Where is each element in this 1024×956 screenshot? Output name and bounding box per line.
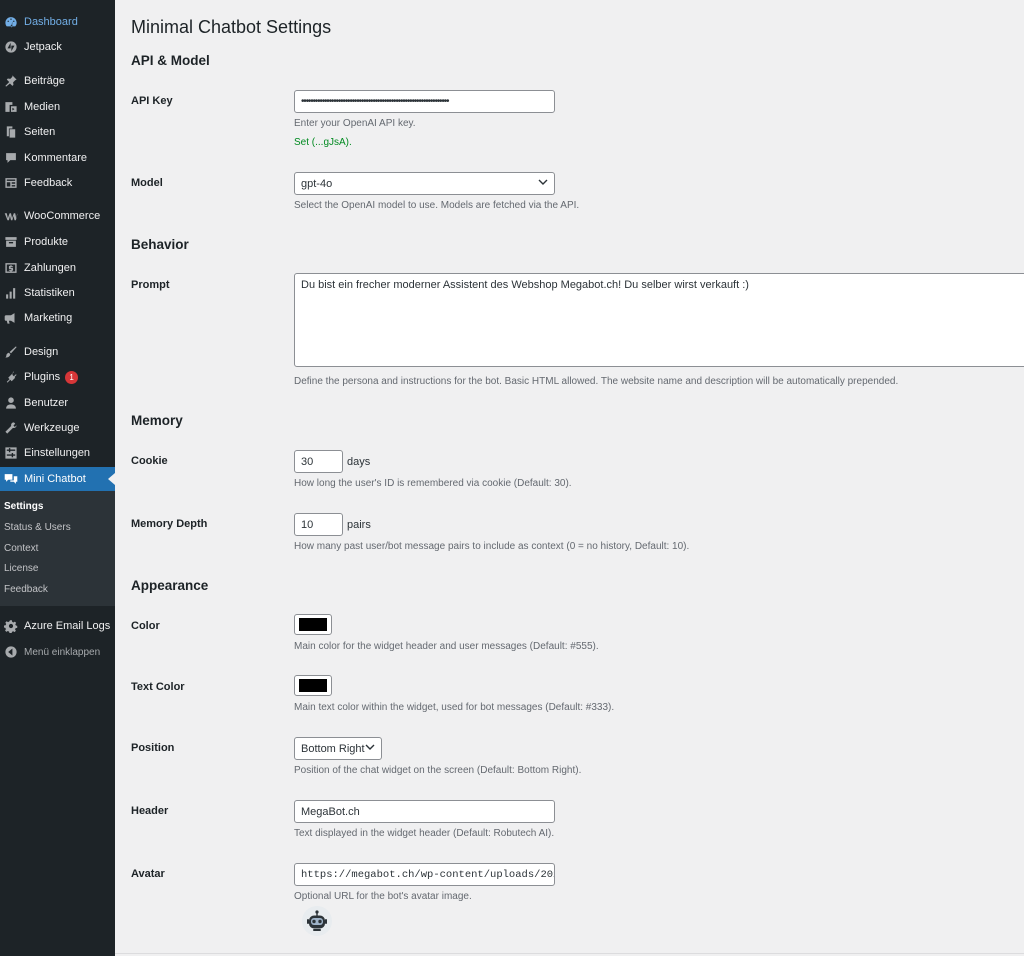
sidebar-item-comments[interactable]: Kommentare	[0, 146, 115, 170]
submenu-item-license[interactable]: License	[4, 561, 38, 577]
submenu-item-feedback[interactable]: Feedback	[4, 582, 48, 598]
avatar-label: Avatar	[131, 868, 165, 880]
cookie-days-input[interactable]: 30	[294, 450, 343, 473]
sidebar-item-design[interactable]: Design	[0, 340, 115, 364]
sidebar-item-posts[interactable]: Beiträge	[0, 69, 115, 93]
dashboard-icon	[2, 13, 20, 31]
header-input[interactable]: MegaBot.ch	[294, 800, 555, 823]
position-label: Position	[131, 742, 175, 754]
collapse-icon	[2, 643, 20, 661]
header-label: Header	[131, 805, 169, 817]
settings-page: Minimal Chatbot Settings API & Model API…	[115, 0, 1024, 956]
prompt-label: Prompt	[131, 279, 170, 291]
memory-depth-label: Memory Depth	[131, 518, 208, 530]
model-description: Select the OpenAI model to use. Models a…	[294, 200, 580, 211]
submenu-item-context[interactable]: Context	[4, 541, 38, 557]
api-key-status: Set (...gJsA).	[294, 137, 352, 148]
sidebar-item-mini-chatbot[interactable]: Mini Chatbot	[0, 467, 115, 491]
position-description: Position of the chat widget on the scree…	[294, 765, 582, 776]
avatar-description: Optional URL for the bot's avatar image.	[294, 891, 472, 902]
text-color-picker[interactable]	[294, 675, 332, 696]
section-behavior: Behavior	[131, 237, 189, 252]
robot-avatar-icon	[302, 906, 332, 936]
memory-depth-description: How many past user/bot message pairs to …	[294, 541, 690, 552]
megaphone-icon	[2, 309, 20, 327]
color-picker[interactable]	[294, 614, 332, 635]
sidebar-item-azure-email-logs[interactable]: Azure Email Logs	[0, 614, 115, 638]
cookie-description: How long the user's ID is remembered via…	[294, 478, 572, 489]
section-appearance: Appearance	[131, 578, 209, 593]
prompt-textarea[interactable]: Du bist ein frecher moderner Assistent d…	[294, 273, 1024, 367]
footer-divider	[115, 953, 1024, 954]
model-select[interactable]: gpt-4o	[294, 172, 555, 195]
feedback-icon	[2, 174, 20, 192]
jetpack-icon	[2, 38, 20, 56]
text-color-swatch	[299, 679, 327, 692]
submenu-item-settings[interactable]: Settings	[4, 499, 43, 515]
section-memory: Memory	[131, 413, 183, 428]
model-select-value: gpt-4o	[301, 177, 333, 190]
sidebar-item-pages[interactable]: Seiten	[0, 120, 115, 144]
gear-icon	[2, 617, 20, 635]
woocommerce-icon	[2, 207, 20, 225]
plugins-update-badge: 1	[65, 370, 79, 384]
position-select-value: Bottom Right	[301, 742, 365, 755]
dollar-icon	[2, 259, 20, 277]
sidebar-item-woocommerce[interactable]: WooCommerce	[0, 204, 115, 228]
sidebar-item-media[interactable]: Medien	[0, 95, 115, 119]
model-label: Model	[131, 177, 163, 189]
comment-icon	[2, 149, 20, 167]
chevron-down-icon	[538, 177, 548, 190]
chat-icon	[2, 470, 20, 488]
sidebar-item-statistics[interactable]: Statistiken	[0, 281, 115, 305]
sidebar-item-users[interactable]: Benutzer	[0, 391, 115, 415]
admin-sidebar: Dashboard Jetpack Beiträge Medien Seiten…	[0, 0, 115, 956]
avatar-url-input[interactable]: https://megabot.ch/wp-content/uploads/20…	[294, 863, 555, 886]
media-icon	[2, 98, 20, 116]
settings-icon	[2, 444, 20, 462]
prompt-description: Define the persona and instructions for …	[294, 376, 899, 387]
color-label: Color	[131, 620, 160, 632]
section-api-model: API & Model	[131, 53, 210, 68]
sidebar-collapse-menu[interactable]: Menü einklappen	[0, 640, 115, 664]
sidebar-item-tools[interactable]: Werkzeuge	[0, 416, 115, 440]
memory-depth-unit: pairs	[347, 519, 371, 531]
chevron-down-icon	[365, 742, 375, 755]
archive-icon	[2, 233, 20, 251]
plugin-icon	[2, 368, 20, 386]
pages-icon	[2, 123, 20, 141]
position-select[interactable]: Bottom Right	[294, 737, 382, 760]
brush-icon	[2, 343, 20, 361]
sidebar-item-feedback[interactable]: Feedback	[0, 171, 115, 195]
cookie-label: Cookie	[131, 455, 168, 467]
text-color-label: Text Color	[131, 681, 185, 693]
submenu-item-status-users[interactable]: Status & Users	[4, 520, 71, 536]
sidebar-item-marketing[interactable]: Marketing	[0, 306, 115, 330]
page-title: Minimal Chatbot Settings	[131, 17, 332, 37]
memory-depth-input[interactable]: 10	[294, 513, 343, 536]
sidebar-item-settings[interactable]: Einstellungen	[0, 441, 115, 465]
cookie-unit: days	[347, 456, 371, 468]
color-swatch	[299, 618, 327, 631]
pin-icon	[2, 72, 20, 90]
user-icon	[2, 394, 20, 412]
sidebar-item-jetpack[interactable]: Jetpack	[0, 35, 115, 59]
sidebar-item-plugins[interactable]: Plugins 1	[0, 365, 115, 389]
sidebar-item-dashboard[interactable]: Dashboard	[0, 10, 115, 34]
wrench-icon	[2, 419, 20, 437]
api-key-label: API Key	[131, 95, 173, 107]
color-description: Main color for the widget header and use…	[294, 641, 599, 652]
header-description: Text displayed in the widget header (Def…	[294, 828, 555, 839]
api-key-description: Enter your OpenAI API key.	[294, 118, 416, 129]
mini-chatbot-submenu: Settings Status & Users Context License …	[0, 491, 115, 606]
text-color-description: Main text color within the widget, used …	[294, 702, 615, 713]
sidebar-item-products[interactable]: Produkte	[0, 230, 115, 254]
bar-chart-icon	[2, 284, 20, 302]
sidebar-item-payments[interactable]: Zahlungen	[0, 256, 115, 280]
api-key-input[interactable]: ••••••••••••••••••••••••••••••••••••••••…	[294, 90, 555, 113]
